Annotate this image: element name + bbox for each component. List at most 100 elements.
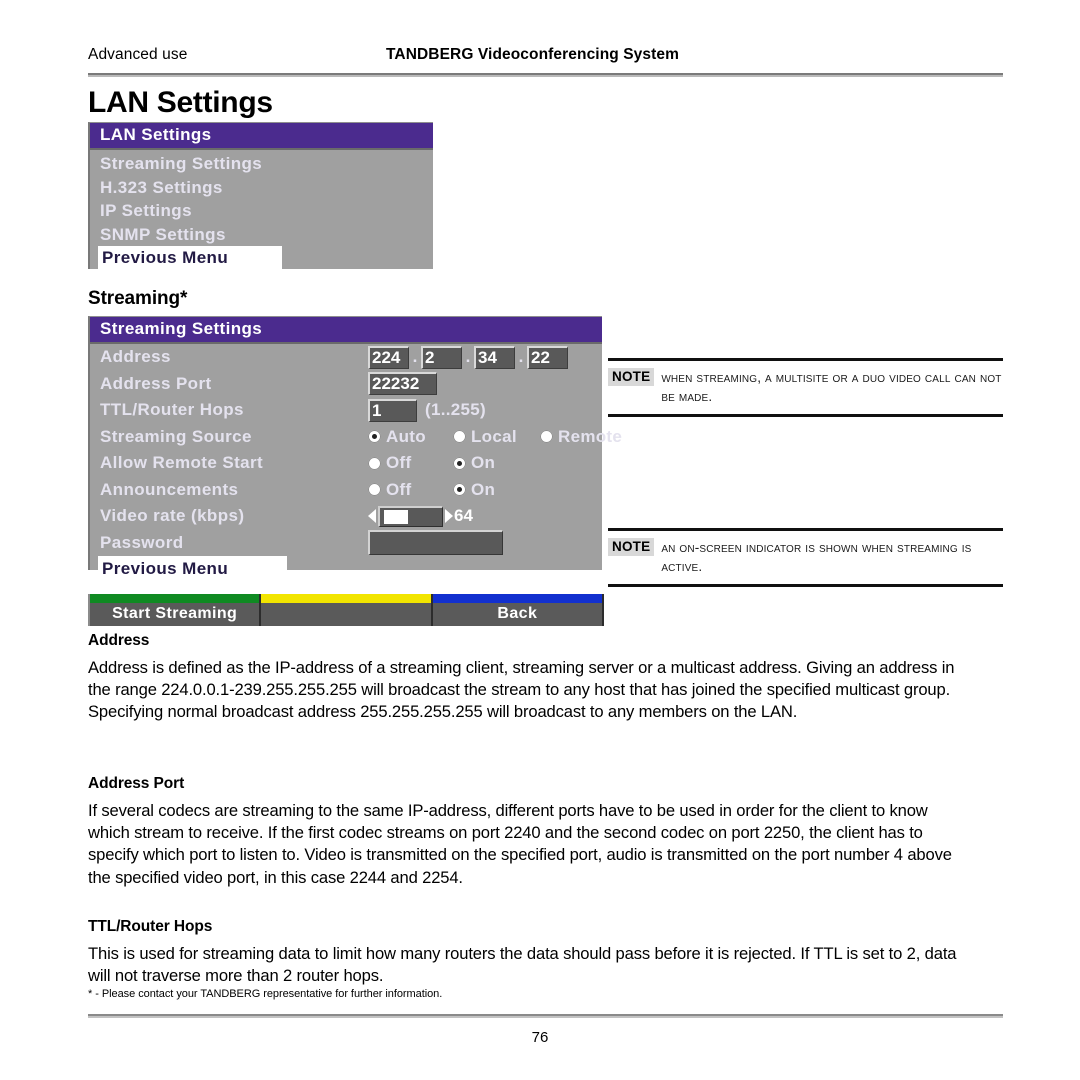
note-block-1: NOTE When streaming, a MultiSite or a Du… <box>608 358 1003 417</box>
lan-menu-item-previous-menu[interactable]: Previous Menu <box>98 246 282 270</box>
lan-menu-selected-wrap: Previous Menu <box>90 246 433 270</box>
running-header: Advanced use TANDBERG Videoconferencing … <box>88 46 1003 72</box>
streaming-source-option-auto[interactable]: Auto <box>368 424 453 451</box>
video-rate-value: 64 <box>454 506 473 525</box>
password-label: Password <box>100 532 184 552</box>
allow-remote-start-label: Allow Remote Start <box>100 453 264 472</box>
header-product-label: TANDBERG Videoconferencing System <box>386 46 679 63</box>
note-text: When streaming, a MultiSite or a Duo Vid… <box>661 370 1002 404</box>
password-input[interactable] <box>368 529 503 555</box>
softkey-back-label: Back <box>497 605 538 622</box>
password-control[interactable] <box>368 529 503 557</box>
streaming-settings-menu[interactable]: Streaming Settings Address 224. 2. 34. 22 A… <box>88 316 622 582</box>
video-rate-track[interactable] <box>378 505 443 527</box>
softkey-color-strip-green <box>90 594 260 603</box>
streaming-source-option-remote-label: Remote <box>558 426 623 446</box>
document-page: Advanced use TANDBERG Videoconferencing … <box>0 0 1080 1080</box>
section-heading-address-port: Address Port <box>88 775 185 792</box>
address-separator-1: . <box>412 347 418 366</box>
field-row-previous-menu: Previous Menu <box>90 556 602 584</box>
video-rate-thumb[interactable] <box>383 509 408 524</box>
streaming-source-label: Streaming Source <box>100 426 252 446</box>
footnote: * - Please contact your TANDBERG represe… <box>88 988 443 1000</box>
field-row-password: Password <box>90 529 602 557</box>
streaming-source-option-local-label: Local <box>471 426 517 446</box>
address-label: Address <box>100 347 171 366</box>
streaming-source-option-local[interactable]: Local <box>453 424 540 451</box>
header-divider <box>88 73 1003 77</box>
lan-menu-item-snmp-settings[interactable]: SNMP Settings <box>90 223 433 247</box>
address-port-control[interactable]: 22232 <box>368 371 437 398</box>
address-port-input[interactable]: 22232 <box>368 371 437 395</box>
radio-icon[interactable] <box>453 456 466 470</box>
address-octet-4-input[interactable]: 22 <box>527 345 568 369</box>
note-bottom-rule <box>608 414 1003 417</box>
softkey-color-strip-blue <box>432 594 602 603</box>
announcements-option-off[interactable]: Off <box>368 477 453 504</box>
streaming-source-radio-group[interactable]: Auto Local Remote <box>368 424 622 451</box>
ttl-control[interactable]: 1 (1..255) <box>368 397 486 424</box>
radio-icon[interactable] <box>540 430 553 444</box>
field-row-announcements: Announcements Off On <box>90 477 602 504</box>
section-body-address-port: If several codecs are streaming to the s… <box>88 801 952 887</box>
note-content: NOTE When streaming, a MultiSite or a Du… <box>608 361 1003 414</box>
softkey-back[interactable]: Back <box>432 594 604 626</box>
address-port-label: Address Port <box>100 373 212 393</box>
announcements-label: Announcements <box>100 479 239 499</box>
streaming-menu-title: Streaming Settings <box>90 317 602 344</box>
allow-remote-start-radio-group[interactable]: Off On <box>368 450 495 477</box>
note-content: NOTE An on-screen indicator is shown whe… <box>608 531 1003 584</box>
radio-icon[interactable] <box>368 456 381 470</box>
announcements-radio-group[interactable]: Off On <box>368 477 495 504</box>
video-rate-slider[interactable]: 64 <box>368 503 473 530</box>
streaming-source-option-remote[interactable]: Remote <box>540 424 622 451</box>
softkey-color-strip-yellow <box>261 594 431 603</box>
ttl-range-hint: (1..255) <box>425 400 486 419</box>
address-separator-2: . <box>465 347 471 366</box>
arrow-right-icon[interactable] <box>445 509 453 524</box>
lan-menu-item-h323-settings[interactable]: H.323 Settings <box>90 176 433 200</box>
field-row-video-rate: Video rate (kbps) 64 <box>90 503 602 530</box>
lan-menu-items: Streaming Settings H.323 Settings IP Set… <box>90 150 433 270</box>
lan-settings-menu[interactable]: LAN Settings Streaming Settings H.323 Se… <box>88 122 433 270</box>
radio-icon[interactable] <box>453 430 466 444</box>
radio-icon[interactable] <box>453 483 466 497</box>
field-row-address: Address 224. 2. 34. 22 <box>90 344 602 371</box>
announcements-option-on-label: On <box>471 479 496 499</box>
softkey-bar: Start Streaming Back <box>88 594 604 626</box>
streaming-source-option-auto-label: Auto <box>386 426 426 446</box>
softkey-middle[interactable] <box>261 594 433 626</box>
note-bottom-rule <box>608 584 1003 587</box>
field-row-ttl: TTL/Router Hops 1 (1..255) <box>90 397 602 424</box>
section-body-address: Address is defined as the IP-address of … <box>88 658 955 722</box>
section-heading-address: Address <box>88 632 150 649</box>
lan-menu-item-streaming-settings[interactable]: Streaming Settings <box>90 152 433 176</box>
allow-remote-start-option-off-label: Off <box>386 453 412 472</box>
allow-remote-start-option-off[interactable]: Off <box>368 450 453 477</box>
section-heading-ttl-router-hops: TTL/Router Hops <box>88 918 213 935</box>
field-row-allow-remote-start: Allow Remote Start Off On <box>90 450 602 477</box>
address-octet-1-input[interactable]: 224 <box>368 345 409 369</box>
announcements-option-off-label: Off <box>386 479 412 499</box>
allow-remote-start-option-on-label: On <box>471 453 496 472</box>
header-section-label: Advanced use <box>88 46 188 63</box>
section-body-ttl-router-hops: This is used for streaming data to limit… <box>88 944 957 986</box>
ttl-input[interactable]: 1 <box>368 398 417 422</box>
lan-menu-title: LAN Settings <box>90 123 433 150</box>
announcements-option-on[interactable]: On <box>453 477 495 504</box>
address-separator-3: . <box>518 347 524 366</box>
softkey-start-streaming[interactable]: Start Streaming <box>90 594 262 626</box>
streaming-section-title: Streaming* <box>88 288 188 309</box>
field-row-streaming-source: Streaming Source Auto Local Remote <box>90 424 622 451</box>
address-octet-group[interactable]: 224. 2. 34. 22 <box>368 344 568 371</box>
radio-icon[interactable] <box>368 483 381 497</box>
note-tag: NOTE <box>608 368 655 386</box>
lan-menu-item-ip-settings[interactable]: IP Settings <box>90 199 433 223</box>
softkey-start-streaming-label: Start Streaming <box>112 605 238 622</box>
streaming-menu-item-previous-menu[interactable]: Previous Menu <box>98 556 287 582</box>
address-octet-2-input[interactable]: 2 <box>421 345 462 369</box>
allow-remote-start-option-on[interactable]: On <box>453 450 495 477</box>
radio-icon[interactable] <box>368 430 381 444</box>
address-octet-3-input[interactable]: 34 <box>474 345 515 369</box>
arrow-left-icon[interactable] <box>368 509 376 524</box>
